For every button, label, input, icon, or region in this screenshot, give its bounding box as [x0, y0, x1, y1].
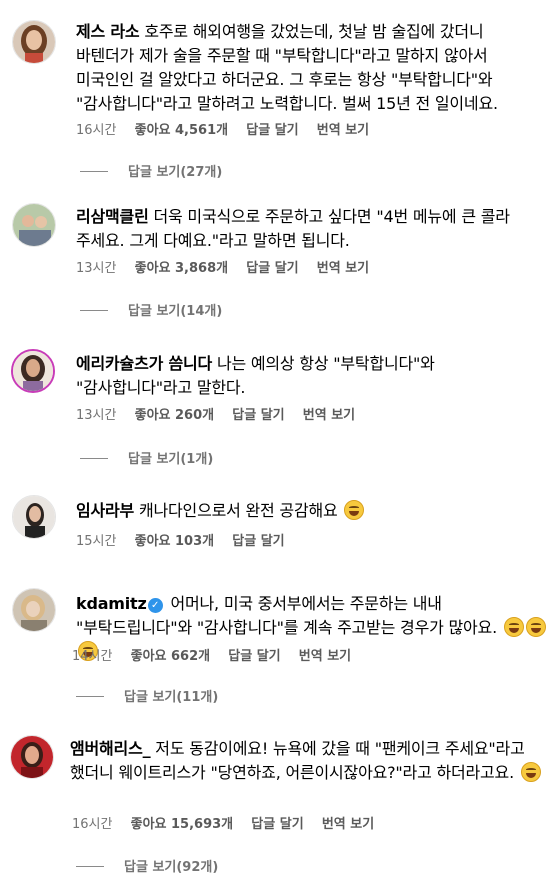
replies-divider: [80, 310, 108, 311]
tears-of-joy-emoji-icon: [344, 500, 365, 520]
avatar[interactable]: [12, 20, 56, 64]
comment-text-block: 에리카슐츠가 씀니다 나는 예의상 항상 "부탁합니다"와 "감사합니다"라고 …: [76, 352, 546, 400]
comment-username[interactable]: 앰버해리스_: [70, 739, 151, 758]
likes-count[interactable]: 좋아요 15,693개: [131, 817, 234, 832]
reply-button[interactable]: 답글 달기: [232, 408, 284, 423]
comment-time: 16시간: [76, 123, 117, 138]
likes-count[interactable]: 좋아요 3,868개: [135, 261, 229, 276]
avatar[interactable]: [12, 495, 56, 539]
view-replies-button[interactable]: 답글 보기(27개): [80, 164, 222, 182]
comment-username[interactable]: 리삼맥클린: [76, 207, 149, 226]
comment-text-block: 앰버해리스_ 저도 동감이에요! 뉴욕에 갔을 때 "팬케이크 주세요"라고 했…: [70, 737, 546, 785]
comment-meta: 15시간 좋아요 103개 답글 달기: [76, 533, 299, 551]
comment-username[interactable]: 에리카슐츠가 씀니다: [76, 354, 212, 373]
avatar[interactable]: [11, 349, 55, 393]
comment-time: 13시간: [76, 408, 117, 423]
translate-button[interactable]: 번역 보기: [317, 261, 369, 276]
tired-face-emoji-icon: [520, 762, 541, 782]
comment-time: 16시간: [72, 817, 113, 832]
replies-divider: [80, 171, 108, 172]
view-replies-button[interactable]: 답글 보기(92개): [76, 859, 218, 877]
likes-count[interactable]: 좋아요 260개: [135, 408, 215, 423]
tears-of-joy-emoji-icon: [503, 617, 524, 637]
reply-button[interactable]: 답글 달기: [246, 123, 298, 138]
translate-button[interactable]: 번역 보기: [322, 817, 374, 832]
replies-divider: [80, 458, 108, 459]
comment-text-block: 임사라부 캐나다인으로서 완전 공감해요: [76, 499, 546, 523]
comment-time: 14시간: [72, 649, 113, 664]
avatar[interactable]: [12, 203, 56, 247]
translate-button[interactable]: 번역 보기: [299, 649, 351, 664]
comment-username[interactable]: kdamitz: [76, 594, 147, 613]
comment-text-block: 리삼맥클린 더욱 미국식으로 주문하고 싶다면 "4번 메뉴에 큰 콜라 주세요…: [76, 205, 546, 253]
reply-button[interactable]: 답글 달기: [232, 534, 284, 549]
translate-button[interactable]: 번역 보기: [303, 408, 355, 423]
comment-meta: 16시간 좋아요 15,693개 답글 달기 번역 보기: [72, 816, 388, 834]
comment-meta: 13시간 좋아요 3,868개 답글 달기 번역 보기: [76, 260, 383, 278]
verified-badge-icon: ✓: [147, 598, 163, 613]
likes-count[interactable]: 좋아요 662개: [131, 649, 211, 664]
tears-of-joy-emoji-icon: [525, 617, 546, 637]
comment-time: 15시간: [76, 534, 117, 549]
likes-count[interactable]: 좋아요 4,561개: [135, 123, 229, 138]
replies-divider: [76, 866, 104, 867]
translate-button[interactable]: 번역 보기: [317, 123, 369, 138]
comment-time: 13시간: [76, 261, 117, 276]
comment-body: 캐나다인으로서 완전 공감해요: [138, 501, 338, 520]
reply-button[interactable]: 답글 달기: [246, 261, 298, 276]
view-replies-button[interactable]: 답글 보기(11개): [76, 689, 218, 707]
avatar[interactable]: [10, 735, 54, 779]
replies-divider: [76, 696, 104, 697]
reply-button[interactable]: 답글 달기: [251, 817, 303, 832]
comment-body: 호주로 해외여행을 갔었는데, 첫날 밤 술집에 갔더니 바텐더가 제가 술을 …: [76, 22, 498, 113]
comment-meta: 16시간 좋아요 4,561개 답글 달기 번역 보기: [76, 122, 383, 140]
comment-username[interactable]: 임사라부: [76, 501, 134, 520]
comment-meta: 14시간 좋아요 662개 답글 달기 번역 보기: [72, 648, 365, 666]
reply-button[interactable]: 답글 달기: [228, 649, 280, 664]
comment-username[interactable]: 제스 라소: [76, 22, 140, 41]
comment-text-block: 제스 라소 호주로 해외여행을 갔었는데, 첫날 밤 술집에 갔더니 바텐더가 …: [76, 20, 546, 116]
view-replies-button[interactable]: 답글 보기(14개): [80, 303, 222, 321]
avatar[interactable]: [12, 588, 56, 632]
likes-count[interactable]: 좋아요 103개: [135, 534, 215, 549]
view-replies-button[interactable]: 답글 보기(1개): [80, 451, 213, 469]
comment-meta: 13시간 좋아요 260개 답글 달기 번역 보기: [76, 407, 369, 425]
